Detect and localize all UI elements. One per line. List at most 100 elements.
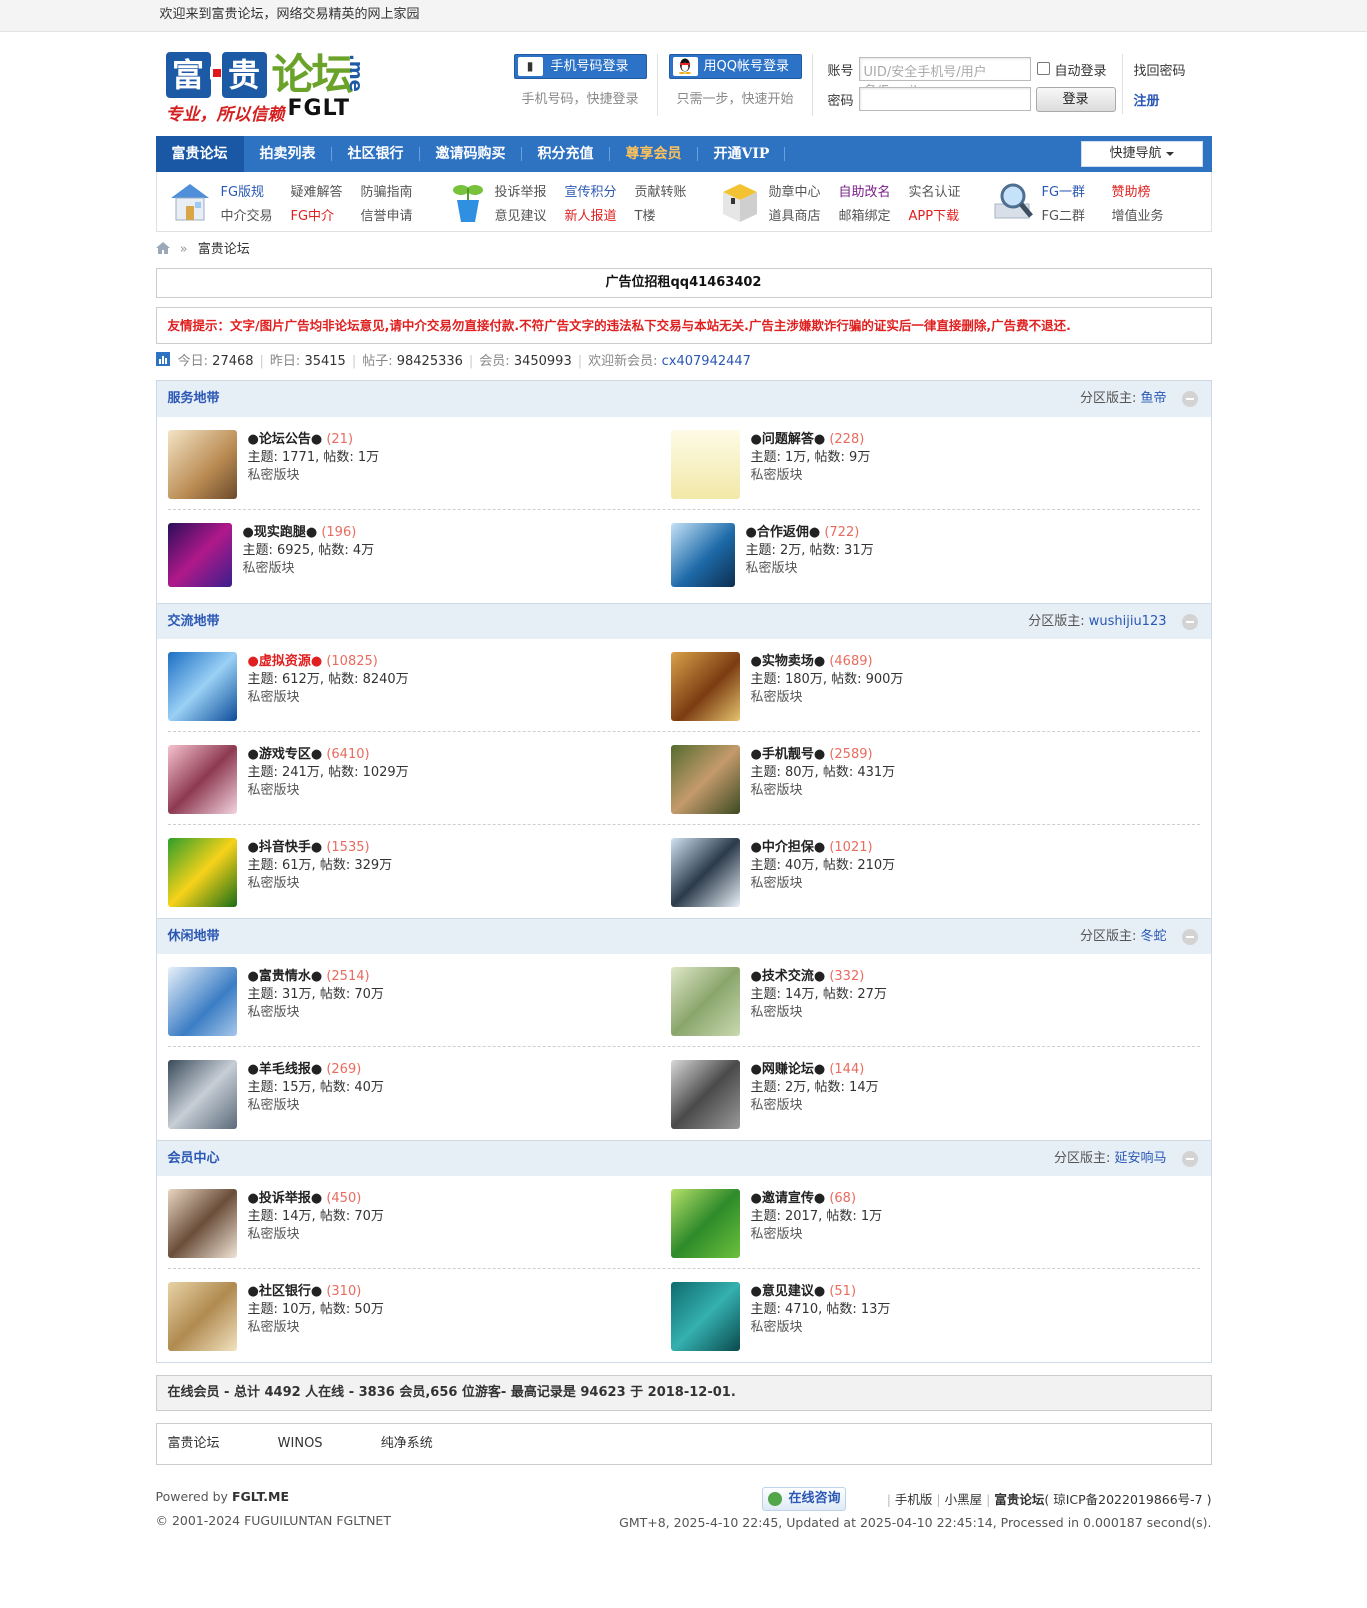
subnav-verify[interactable]: 实名认证 bbox=[909, 181, 961, 200]
collapse-icon[interactable] bbox=[1181, 391, 1198, 407]
section-title[interactable]: 交流地带 bbox=[168, 614, 220, 629]
forum-board-name[interactable]: ●抖音快手● bbox=[248, 840, 323, 855]
auto-login-checkbox[interactable] bbox=[1036, 62, 1050, 75]
blackroom-link[interactable]: 小黑屋 bbox=[945, 1492, 983, 1507]
subnav-transfer[interactable]: 贡献转账 bbox=[635, 181, 687, 200]
phone-login-button[interactable]: ▮ 手机号码登录 bbox=[513, 54, 647, 79]
yoga-thumbnail[interactable] bbox=[167, 652, 237, 721]
mobile-link[interactable]: 手机版 bbox=[895, 1492, 933, 1507]
login-button[interactable]: 登录 bbox=[1035, 87, 1116, 112]
friend-link[interactable]: WINOS bbox=[278, 1436, 323, 1451]
nav-recharge[interactable]: 积分充值 bbox=[522, 136, 610, 172]
notepad-thumbnail[interactable] bbox=[670, 430, 740, 499]
office-thumbnail[interactable] bbox=[670, 1060, 740, 1129]
running-thumbnail[interactable] bbox=[167, 523, 232, 587]
section-title[interactable]: 休闲地带 bbox=[168, 929, 220, 944]
forum-board-name[interactable]: ●手机靓号● bbox=[751, 747, 826, 762]
forum-board-name[interactable]: ●技术交流● bbox=[751, 969, 826, 984]
forum-board-name[interactable]: ●中介担保● bbox=[751, 840, 826, 855]
section-title[interactable]: 会员中心 bbox=[168, 1151, 220, 1166]
support-agent-thumbnail[interactable] bbox=[167, 1189, 237, 1258]
nav-bank[interactable]: 社区银行 bbox=[332, 136, 420, 172]
subnav-shop[interactable]: 道具商店 bbox=[769, 205, 821, 224]
subnav-newcomer[interactable]: 新人报道 bbox=[565, 205, 617, 224]
mascot-thumbnail[interactable] bbox=[167, 838, 237, 907]
register-link[interactable]: 注册 bbox=[1134, 90, 1160, 109]
pinwheel-thumbnail[interactable] bbox=[670, 1189, 740, 1258]
books-thumbnail[interactable] bbox=[167, 430, 237, 499]
subnav-t-floor[interactable]: T楼 bbox=[635, 205, 656, 224]
nav-home[interactable]: 富贵论坛 bbox=[155, 136, 244, 172]
subnav-credit-apply[interactable]: 信誉申请 bbox=[361, 205, 413, 224]
find-password-link[interactable]: 找回密码 bbox=[1134, 60, 1186, 79]
nav-premium[interactable]: 尊享会员 bbox=[610, 136, 698, 172]
subnav-suggestion[interactable]: 意见建议 bbox=[495, 205, 547, 224]
forum-board-name[interactable]: ●论坛公告● bbox=[248, 432, 323, 447]
subnav-escrow[interactable]: 中介交易 bbox=[221, 205, 273, 224]
forum-board-name[interactable]: ●游戏专区● bbox=[248, 747, 323, 762]
friend-link[interactable]: 富贵论坛 bbox=[168, 1436, 220, 1451]
moderator-link[interactable]: wushijiu123 bbox=[1089, 614, 1167, 629]
forum-board-name[interactable]: ●问题解答● bbox=[751, 432, 826, 447]
anime-thumbnail[interactable] bbox=[167, 745, 237, 814]
newest-member-link[interactable]: cx407942447 bbox=[662, 354, 751, 369]
forum-board-name[interactable]: ●实物卖场● bbox=[751, 654, 826, 669]
collapse-icon[interactable] bbox=[1181, 929, 1198, 945]
nav-invite-code[interactable]: 邀请码购买 bbox=[420, 136, 522, 172]
subnav-rename[interactable]: 自助改名 bbox=[839, 181, 891, 200]
forum-board-name[interactable]: ●富贵情水● bbox=[248, 969, 323, 984]
forum-board-name[interactable]: ●邀请宣传● bbox=[751, 1191, 826, 1206]
quick-nav-dropdown[interactable]: 快捷导航 bbox=[1080, 141, 1203, 167]
headset-staff-thumbnail[interactable] bbox=[670, 838, 740, 907]
section-title[interactable]: 服务地带 bbox=[168, 391, 220, 406]
subnav-value-added[interactable]: 增值业务 bbox=[1112, 205, 1164, 224]
subnav-medals[interactable]: 勋章中心 bbox=[769, 181, 821, 200]
web-thumbnail[interactable] bbox=[670, 1282, 740, 1351]
tech-logo-thumbnail[interactable] bbox=[670, 967, 740, 1036]
powered-link[interactable]: FGLT.ME bbox=[232, 1489, 289, 1504]
globe-thumbnail[interactable] bbox=[670, 523, 735, 587]
subnav-promo-points[interactable]: 宣传积分 bbox=[565, 181, 617, 200]
forum-board-name[interactable]: ●现实跑腿● bbox=[243, 525, 318, 540]
site-logo[interactable]: 富 贵 论坛 专业，所以信赖 FGLT .me bbox=[165, 50, 394, 125]
moderator-link[interactable]: 冬蛇 bbox=[1140, 929, 1166, 944]
password-input[interactable] bbox=[858, 87, 1031, 111]
online-consult-button[interactable]: 在线咨询 bbox=[761, 1487, 846, 1511]
subnav-complaint[interactable]: 投诉举报 bbox=[495, 181, 547, 200]
site-link[interactable]: 富贵论坛 bbox=[994, 1492, 1044, 1507]
subnav-email-bind[interactable]: 邮箱绑定 bbox=[839, 205, 891, 224]
breadcrumb-home[interactable]: 富贵论坛 bbox=[198, 242, 250, 257]
nav-vip[interactable]: 开通VIP bbox=[698, 136, 786, 172]
forum-board-name[interactable]: ●意见建议● bbox=[751, 1284, 826, 1299]
coffee-thumbnail[interactable] bbox=[167, 967, 237, 1036]
subnav-faq[interactable]: 疑难解答 bbox=[291, 181, 343, 200]
account-input[interactable]: UID/安全手机号/用户名/Email bbox=[858, 57, 1031, 99]
collapse-icon[interactable] bbox=[1181, 1151, 1198, 1167]
collapse-icon[interactable] bbox=[1181, 614, 1198, 630]
qq-login-button[interactable]: 用QQ帐号登录 bbox=[668, 54, 802, 79]
forum-board-name[interactable]: ●投诉举报● bbox=[248, 1191, 323, 1206]
ad-banner[interactable]: 广告位招租qq41463402 bbox=[155, 268, 1212, 298]
friend-link[interactable]: 纯净系统 bbox=[381, 1436, 433, 1451]
moderator-link[interactable]: 鱼帝 bbox=[1140, 391, 1166, 406]
icp-link[interactable]: ( 琼ICP备2022019866号-7 ) bbox=[1044, 1492, 1211, 1507]
bank-card-thumbnail[interactable] bbox=[167, 1282, 237, 1351]
subnav-fg-rules[interactable]: FG版规 bbox=[221, 181, 265, 200]
subnav-fg-group-1[interactable]: FG一群 bbox=[1042, 181, 1086, 200]
forum-board-name[interactable]: ●虚拟资源● bbox=[248, 654, 323, 669]
forum-board-name[interactable]: ●社区银行● bbox=[248, 1284, 323, 1299]
newspaper-thumbnail[interactable] bbox=[167, 1060, 237, 1129]
subnav-sponsor[interactable]: 赞助榜 bbox=[1112, 181, 1151, 200]
subnav-fg-group-2[interactable]: FG二群 bbox=[1042, 205, 1086, 224]
forum-board-name[interactable]: ●网赚论坛● bbox=[751, 1062, 826, 1077]
food-thumbnail[interactable] bbox=[670, 652, 740, 721]
online-members[interactable]: 在线会员 - 总计 4492 人在线 - 3836 会员,656 位游客- 最高… bbox=[155, 1375, 1212, 1411]
subnav-anti-fraud[interactable]: 防骗指南 bbox=[361, 181, 413, 200]
handshake-thumbnail[interactable] bbox=[670, 745, 740, 814]
nav-auction[interactable]: 拍卖列表 bbox=[244, 136, 332, 172]
moderator-link[interactable]: 延安响马 bbox=[1114, 1151, 1166, 1166]
forum-board-name[interactable]: ●羊毛线报● bbox=[248, 1062, 323, 1077]
subnav-app-download[interactable]: APP下载 bbox=[909, 205, 960, 224]
home-icon[interactable] bbox=[155, 242, 170, 254]
subnav-fg-agent[interactable]: FG中介 bbox=[291, 205, 335, 224]
